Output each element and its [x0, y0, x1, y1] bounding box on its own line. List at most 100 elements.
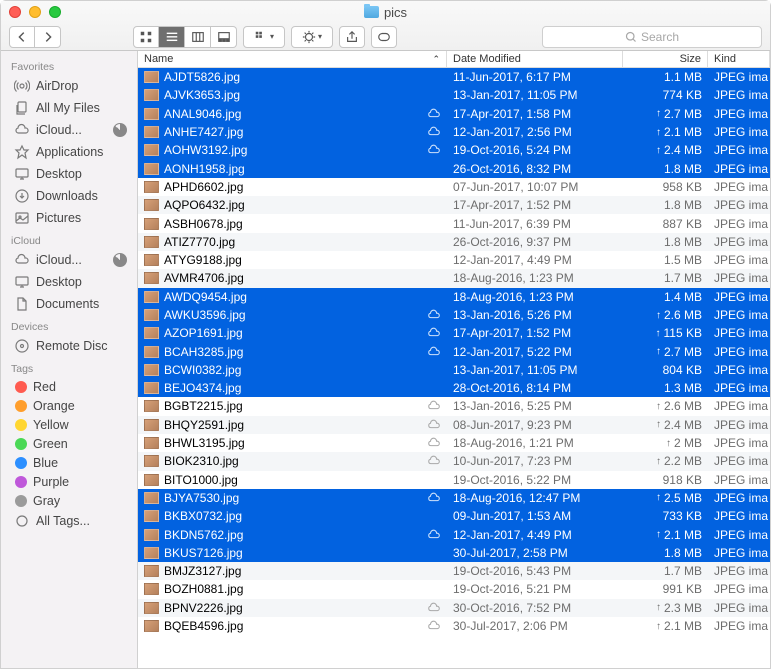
sidebar-item[interactable]: All My Files — [1, 97, 137, 119]
zoom-button[interactable] — [49, 6, 61, 18]
sidebar-item[interactable]: All Tags... — [1, 510, 137, 532]
file-row[interactable]: BEJO4374.jpg28-Oct-2016, 8:14 PM1.3 MBJP… — [138, 379, 770, 397]
file-date: 12-Jan-2017, 4:49 PM — [447, 253, 623, 267]
search-field[interactable]: Search — [542, 26, 762, 48]
file-name: AONH1958.jpg — [164, 162, 441, 176]
file-row[interactable]: BIOK2310.jpg10-Jun-2017, 7:23 PM↑2.2 MBJ… — [138, 452, 770, 470]
file-row[interactable]: BGBT2215.jpg13-Jan-2016, 5:25 PM↑2.6 MBJ… — [138, 397, 770, 415]
tags-button[interactable] — [371, 26, 397, 48]
file-row[interactable]: AJVK3653.jpg13-Jan-2017, 11:05 PM774 KBJ… — [138, 86, 770, 104]
sidebar-item[interactable]: Red — [1, 377, 137, 396]
file-size: ↑2.2 MB — [623, 454, 708, 468]
sidebar-item[interactable]: Documents — [1, 293, 137, 315]
sidebar-item[interactable]: Downloads — [1, 185, 137, 207]
file-thumb-icon — [144, 199, 159, 211]
file-name: BJYA7530.jpg — [164, 491, 422, 505]
sidebar-item[interactable]: Blue — [1, 453, 137, 472]
file-row[interactable]: APHD6602.jpg07-Jun-2017, 10:07 PM958 KBJ… — [138, 178, 770, 196]
col-kind[interactable]: Kind — [708, 51, 770, 67]
close-button[interactable] — [9, 6, 21, 18]
sidebar-item[interactable]: Pictures — [1, 207, 137, 229]
file-name: AJDT5826.jpg — [164, 70, 441, 84]
file-size: ↑2.5 MB — [623, 491, 708, 505]
col-name[interactable]: Name⌃ — [138, 51, 447, 67]
file-kind: JPEG ima — [708, 70, 770, 84]
file-date: 09-Jun-2017, 1:53 AM — [447, 509, 623, 523]
file-row[interactable]: BJYA7530.jpg 18-Aug-2016, 12:47 PM↑2.5 MB… — [138, 489, 770, 507]
file-date: 19-Oct-2016, 5:21 PM — [447, 582, 623, 596]
file-thumb-icon — [144, 272, 159, 284]
sidebar-item[interactable]: Yellow — [1, 415, 137, 434]
file-row[interactable]: AWDQ9454.jpg18-Aug-2016, 1:23 PM1.4 MBJP… — [138, 288, 770, 306]
file-name: AWDQ9454.jpg — [164, 290, 441, 304]
sidebar-item[interactable]: Remote Disc — [1, 335, 137, 357]
file-size: ↑2.7 MB — [623, 345, 708, 359]
file-row[interactable]: BCWI0382.jpg13-Jan-2017, 11:05 PM804 KBJ… — [138, 361, 770, 379]
arrange-button[interactable]: ▾ — [243, 26, 285, 48]
sidebar-item-label: Desktop — [36, 275, 82, 289]
file-row[interactable]: BHQY2591.jpg08-Jun-2017, 9:23 PM↑2.4 MBJ… — [138, 416, 770, 434]
file-name: BQEB4596.jpg — [164, 619, 422, 633]
view-column-button[interactable] — [185, 26, 211, 48]
file-row[interactable]: ATIZ7770.jpg26-Oct-2016, 9:37 PM1.8 MBJP… — [138, 233, 770, 251]
view-gallery-button[interactable] — [211, 26, 237, 48]
file-date: 18-Aug-2016, 1:23 PM — [447, 271, 623, 285]
file-kind: JPEG ima — [708, 162, 770, 176]
file-row[interactable]: BKDN5762.jpg12-Jan-2017, 4:49 PM↑2.1 MBJ… — [138, 525, 770, 543]
file-row[interactable]: BPNV2226.jpg30-Oct-2016, 7:52 PM↑2.3 MBJ… — [138, 599, 770, 617]
sidebar-item[interactable]: Purple — [1, 472, 137, 491]
file-row[interactable]: BMJZ3127.jpg19-Oct-2016, 5:43 PM1.7 MBJP… — [138, 562, 770, 580]
file-row[interactable]: AJDT5826.jpg11-Jun-2017, 6:17 PM1.1 MBJP… — [138, 68, 770, 86]
sidebar-item-label: Purple — [33, 475, 69, 489]
back-button[interactable] — [9, 26, 35, 48]
file-row[interactable]: BHWL3195.jpg18-Aug-2016, 1:21 PM↑2 MBJPE… — [138, 434, 770, 452]
file-row[interactable]: ASBH0678.jpg11-Jun-2017, 6:39 PM887 KBJP… — [138, 214, 770, 232]
file-name: AZOP1691.jpg — [164, 326, 422, 340]
file-row[interactable]: BQEB4596.jpg30-Jul-2017, 2:06 PM↑2.1 MBJ… — [138, 617, 770, 635]
file-thumb-icon — [144, 126, 159, 138]
action-button[interactable]: ▾ — [291, 26, 333, 48]
file-row[interactable]: ANAL9046.jpg17-Apr-2017, 1:58 PM↑2.7 MBJ… — [138, 105, 770, 123]
upload-arrow-icon: ↑ — [656, 346, 661, 357]
window-title: pics — [1, 5, 770, 20]
file-row[interactable]: BKBX0732.jpg09-Jun-2017, 1:53 AM733 KBJP… — [138, 507, 770, 525]
forward-button[interactable] — [35, 26, 61, 48]
sidebar-item[interactable]: iCloud... — [1, 119, 137, 141]
file-row[interactable]: AZOP1691.jpg17-Apr-2017, 1:52 PM↑115 KBJ… — [138, 324, 770, 342]
file-row[interactable]: AQPO6432.jpg17-Apr-2017, 1:52 PM1.8 MBJP… — [138, 196, 770, 214]
file-row[interactable]: ANHE7427.jpg12-Jan-2017, 2:56 PM↑2.1 MBJ… — [138, 123, 770, 141]
file-row[interactable]: BITO1000.jpg19-Oct-2016, 5:22 PM918 KBJP… — [138, 471, 770, 489]
sidebar-item[interactable]: Applications — [1, 141, 137, 163]
file-row[interactable]: BCAH3285.jpg12-Jan-2017, 5:22 PM↑2.7 MBJ… — [138, 342, 770, 360]
share-button[interactable] — [339, 26, 365, 48]
file-rows: AJDT5826.jpg11-Jun-2017, 6:17 PM1.1 MBJP… — [138, 68, 770, 668]
file-row[interactable]: AWKU3596.jpg13-Jan-2016, 5:26 PM↑2.6 MBJ… — [138, 306, 770, 324]
file-row[interactable]: ATYG9188.jpg12-Jan-2017, 4:49 PM1.5 MBJP… — [138, 251, 770, 269]
minimize-button[interactable] — [29, 6, 41, 18]
cloud-icon — [427, 125, 441, 139]
view-icon-button[interactable] — [133, 26, 159, 48]
file-row[interactable]: AONH1958.jpg26-Oct-2016, 8:32 PM1.8 MBJP… — [138, 159, 770, 177]
sidebar-item-label: Green — [33, 437, 68, 451]
sidebar-item[interactable]: Gray — [1, 491, 137, 510]
col-date[interactable]: Date Modified — [447, 51, 623, 67]
file-row[interactable]: AOHW3192.jpg19-Oct-2016, 5:24 PM↑2.4 MBJ… — [138, 141, 770, 159]
file-date: 18-Aug-2016, 12:47 PM — [447, 491, 623, 505]
sidebar-item[interactable]: Desktop — [1, 163, 137, 185]
file-row[interactable]: BKUS7126.jpg30-Jul-2017, 2:58 PM1.8 MBJP… — [138, 544, 770, 562]
sidebar-item[interactable]: AirDrop — [1, 75, 137, 97]
sidebar-item[interactable]: Desktop — [1, 271, 137, 293]
view-list-button[interactable] — [159, 26, 185, 48]
file-kind: JPEG ima — [708, 528, 770, 542]
sidebar-item[interactable]: Orange — [1, 396, 137, 415]
file-size: 774 KB — [623, 88, 708, 102]
sidebar-item[interactable]: iCloud... — [1, 249, 137, 271]
sidebar-item[interactable]: Green — [1, 434, 137, 453]
file-date: 28-Oct-2016, 8:14 PM — [447, 381, 623, 395]
file-row[interactable]: BOZH0881.jpg19-Oct-2016, 5:21 PM991 KBJP… — [138, 580, 770, 598]
file-row[interactable]: AVMR4706.jpg18-Aug-2016, 1:23 PM1.7 MBJP… — [138, 269, 770, 287]
icloud-icon — [13, 122, 30, 139]
file-date: 30-Oct-2016, 7:52 PM — [447, 601, 623, 615]
file-kind: JPEG ima — [708, 107, 770, 121]
col-size[interactable]: Size — [623, 51, 708, 67]
